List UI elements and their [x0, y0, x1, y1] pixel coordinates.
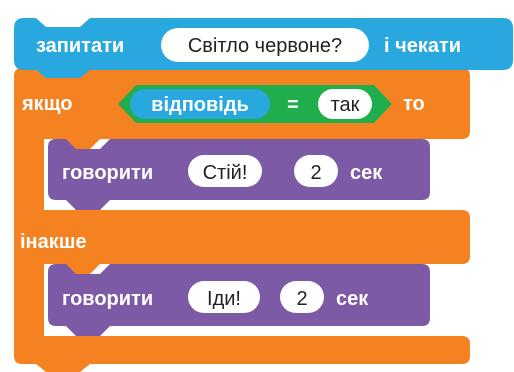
answer-reporter-label: відповідь: [151, 94, 249, 116]
seconds-unit-label: сек: [336, 288, 369, 310]
say-seconds-text: 2: [296, 288, 307, 310]
ask-question-text: Світло червоне?: [188, 35, 342, 57]
and-wait-label: і чекати: [384, 35, 461, 57]
else-label: інакше: [20, 231, 87, 253]
say-seconds-text: 2: [310, 162, 321, 184]
compare-value-text: так: [331, 94, 360, 116]
equals-condition[interactable]: відповідь = так: [118, 85, 392, 123]
say-message-text: Стій!: [203, 162, 248, 184]
if-label: якщо: [21, 93, 73, 115]
ask-and-wait-block[interactable]: запитати Світло червоне? і чекати: [14, 18, 513, 78]
then-label: то: [403, 93, 425, 115]
equals-sign: =: [287, 94, 299, 116]
say-message-text: Іди!: [207, 288, 241, 310]
say-block-2[interactable]: говорити Іди! 2 сек: [48, 264, 430, 336]
seconds-unit-label: сек: [350, 162, 383, 184]
say-block-1[interactable]: говорити Стій! 2 сек: [48, 139, 430, 210]
say-label: говорити: [62, 162, 153, 184]
script-canvas: якщо то інакше відповідь = так говорити …: [14, 18, 513, 372]
say-label: говорити: [62, 288, 153, 310]
ask-label: запитати: [36, 35, 124, 57]
